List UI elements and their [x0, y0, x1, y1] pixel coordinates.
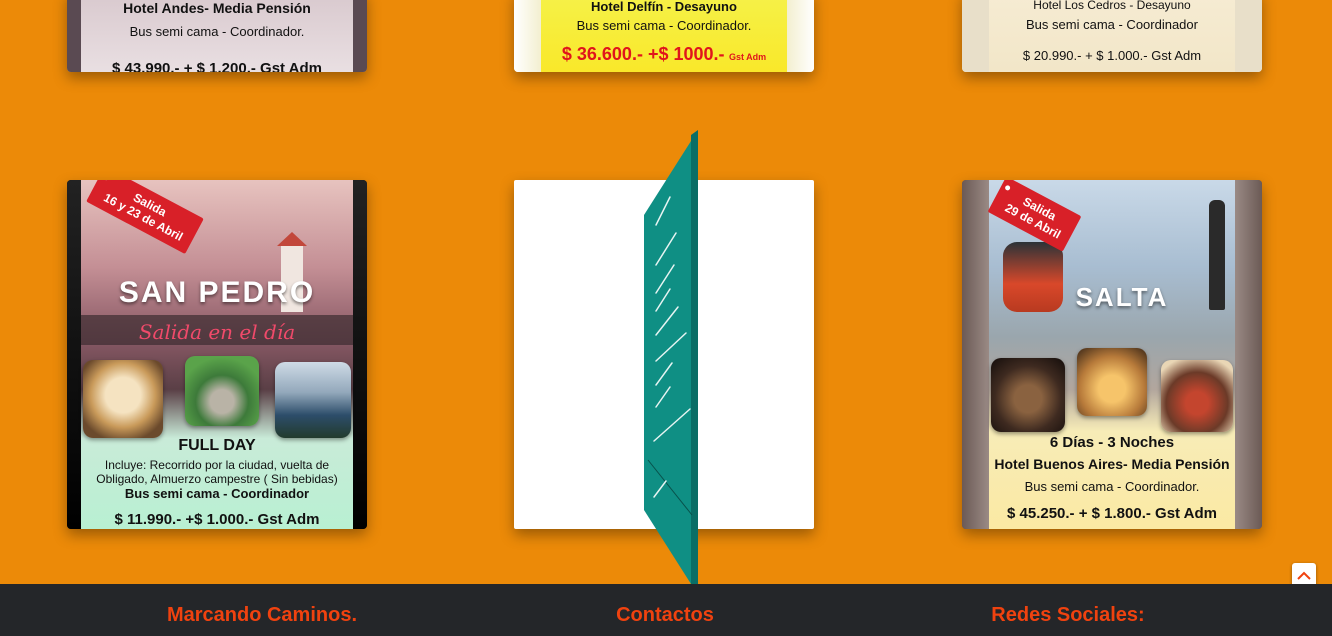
promo-card-andes[interactable]: Hotel Andes- Media Pensión Bus semi cama… — [67, 0, 367, 72]
salta-title: SALTA — [1075, 282, 1169, 312]
lobby-photo — [1077, 348, 1147, 416]
card-andes-bus: Bus semi cama - Coordinador. — [129, 24, 305, 39]
san-pedro-price: $ 11.990.- +$ 1.000.- Gst Adm — [114, 511, 320, 528]
flip-shadow — [691, 130, 698, 595]
card-delfin-price-suffix: Gst Adm — [728, 52, 767, 62]
card-delfin-body: Hotel Delfín - Desayuno Bus semi cama - … — [541, 0, 787, 72]
card-cedros-bus: Bus semi cama - Coordinador — [1026, 17, 1198, 32]
park-photo — [185, 356, 259, 426]
salta-bus: Bus semi cama - Coordinador. — [1024, 479, 1200, 494]
card-andes-price: $ 43.990.- + $ 1.200.- Gst Adm — [112, 60, 322, 72]
promo-card-delfin[interactable]: Hotel Delfín - Desayuno Bus semi cama - … — [514, 0, 814, 72]
salta-days: 6 Días - 3 Noches — [1049, 434, 1175, 451]
footer-brand-title: Marcando Caminos. — [166, 604, 358, 626]
lighthouse-roof — [277, 232, 307, 246]
salta-hotel: Hotel Buenos Aires- Media Pensión — [994, 456, 1230, 472]
card-andes-body: Hotel Andes- Media Pensión Bus semi cama… — [81, 0, 353, 72]
card-delfin-bus: Bus semi cama - Coordinador. — [576, 18, 752, 33]
san-pedro-includes-2: Obligado, Almuerzo campestre ( Sin bebid… — [96, 472, 338, 486]
page-flip-animation — [644, 130, 698, 595]
card-cedros-body: Hotel Los Cedros - Desayuno Bus semi cam… — [989, 0, 1235, 72]
card-delfin-price-row: $ 36.600.- +$ 1000.- Gst Adm — [541, 44, 787, 65]
promo-card-salta[interactable]: SALTA 6 Días - 3 Noches Hotel Buenos Air… — [962, 180, 1262, 529]
salta-price: $ 45.250.- + $ 1.800.- Gst Adm — [1007, 505, 1217, 522]
card-andes-hotel: Hotel Andes- Media Pensión — [123, 0, 311, 16]
card-cedros-hotel: Hotel Los Cedros - Desayuno — [1033, 0, 1191, 12]
san-pedro-bus: Bus semi cama - Coordinador — [124, 486, 310, 501]
san-pedro-includes-1: Incluye: Recorrido por la ciudad, vuelta… — [104, 458, 330, 472]
card-delfin-hotel: Hotel Delfín - Desayuno — [591, 0, 737, 14]
promo-card-san-pedro[interactable]: SAN PEDRO Salida en el día FULL DAY Incl… — [67, 180, 367, 529]
footer-social-title: Redes Sociales: — [991, 604, 1145, 626]
san-pedro-full-day: FULL DAY — [178, 437, 256, 454]
card-cedros-price: $ 20.990.- + $ 1.000.- Gst Adm — [1022, 48, 1202, 63]
dining-photo — [991, 358, 1065, 432]
bedroom-photo — [1161, 360, 1233, 432]
pastry-photo — [83, 360, 163, 438]
flip-panel — [644, 130, 698, 595]
san-pedro-title: SAN PEDRO — [118, 276, 316, 309]
footer-contacts-title: Contactos — [616, 604, 714, 626]
river-photo — [275, 362, 351, 438]
promo-card-cedros[interactable]: Hotel Los Cedros - Desayuno Bus semi cam… — [962, 0, 1262, 72]
san-pedro-flyer: SAN PEDRO Salida en el día FULL DAY Incl… — [81, 180, 353, 529]
card-delfin-price: $ 36.600.- +$ 1000.- — [561, 44, 725, 64]
san-pedro-script: Salida en el día — [138, 320, 296, 344]
site-footer: Marcando Caminos. Contactos Redes Social… — [0, 584, 1332, 636]
